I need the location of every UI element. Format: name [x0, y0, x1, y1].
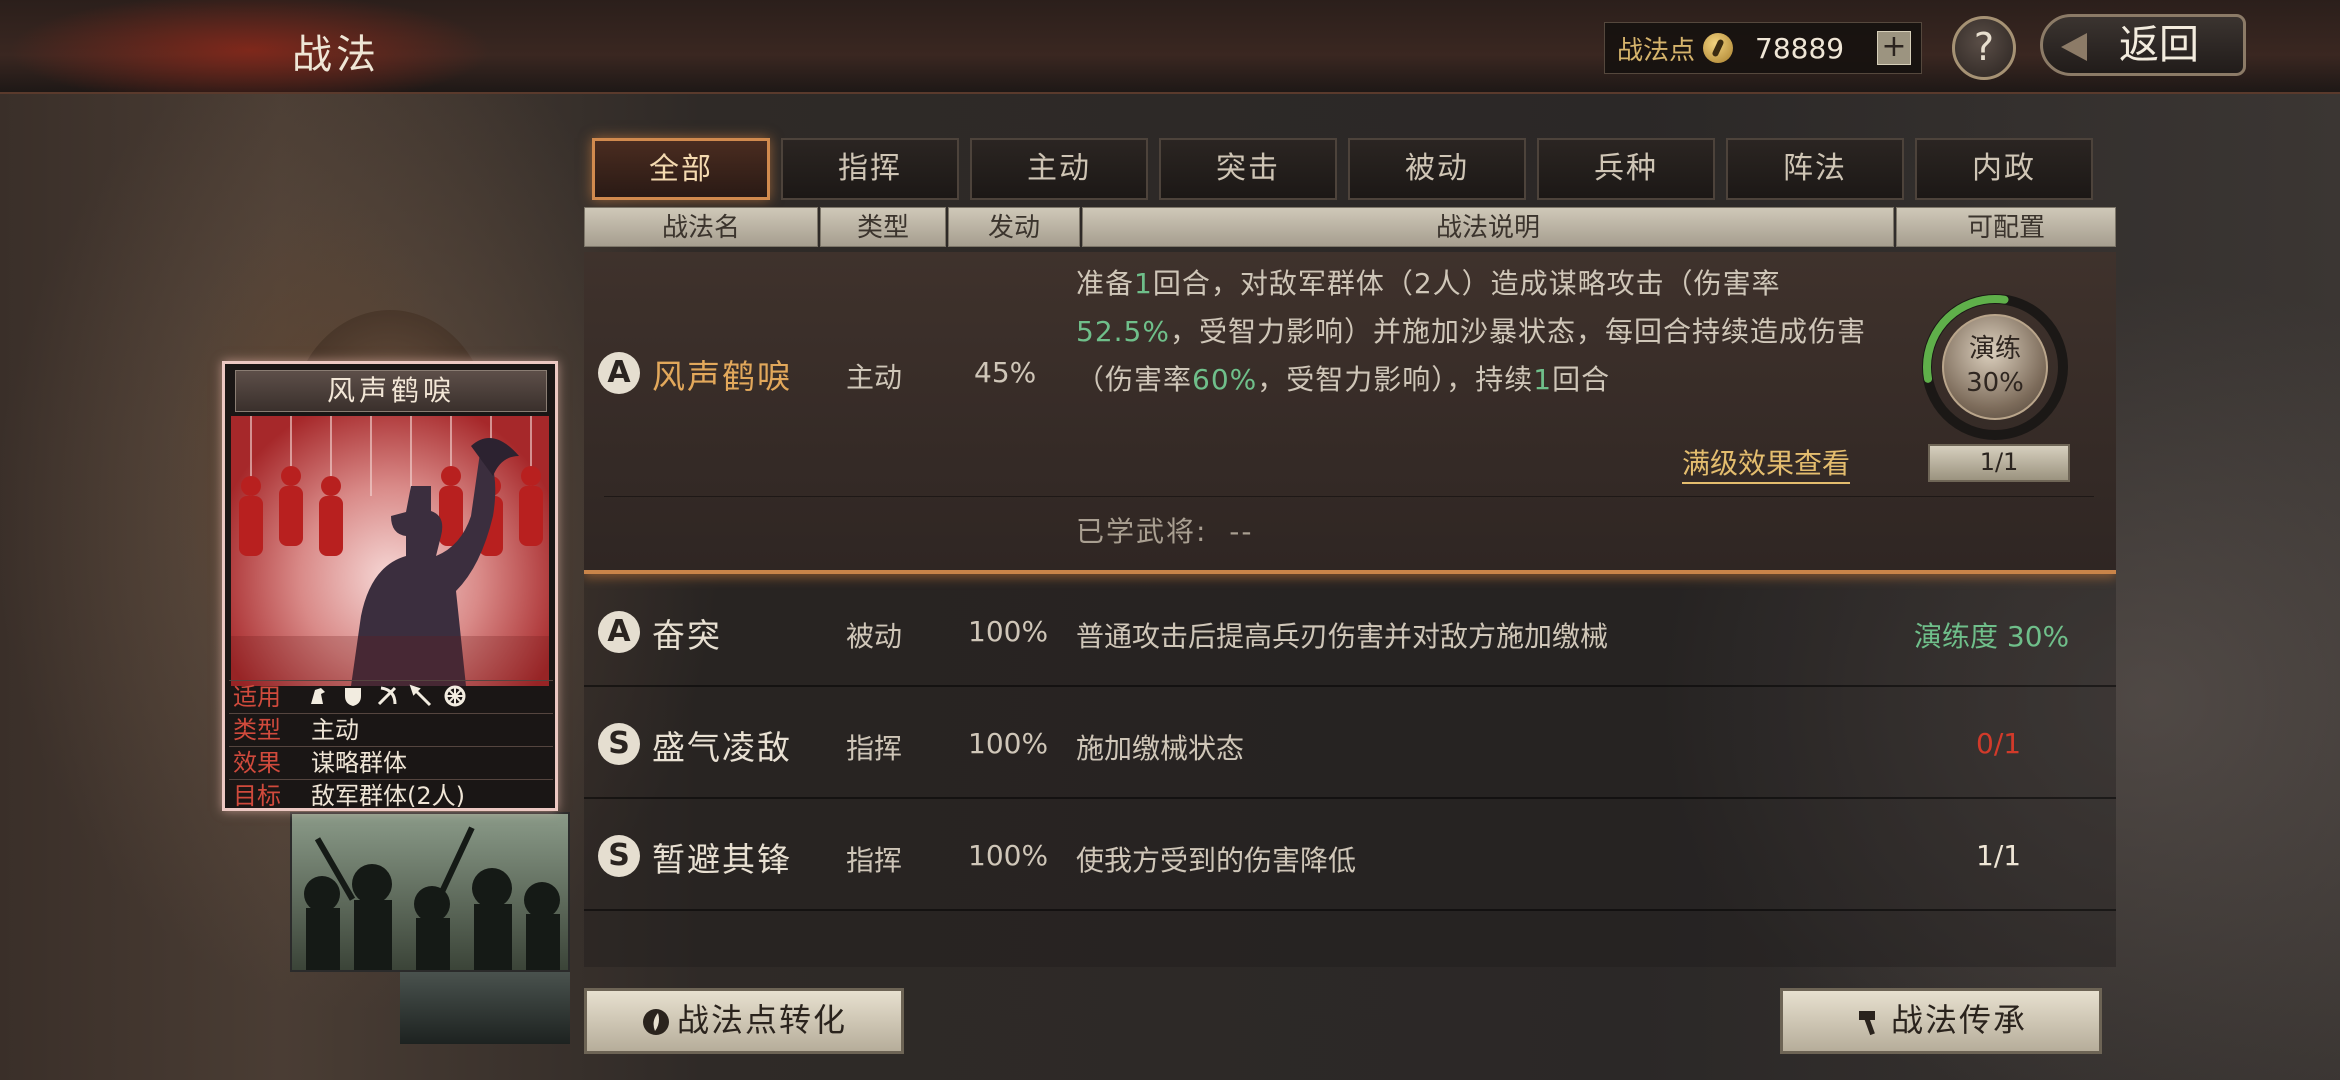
skill-description: 使我方受到的伤害降低	[1076, 844, 1357, 877]
train-status: 演练度 30%	[1914, 620, 2070, 653]
wheel-icon	[444, 685, 466, 707]
category-tabs: 全部 指挥 主动 突击 被动 兵种 阵法 内政	[592, 138, 2093, 202]
type-label: 类型	[233, 716, 281, 744]
skill-row[interactable]: S 盛气凌敌 指挥 100% 施加缴械状态 0/1	[584, 689, 2116, 799]
skill-description: 施加缴械状态	[1076, 732, 1245, 765]
skill-row[interactable]: S 暂避其锋 指挥 100% 使我方受到的伤害降低 1/1	[584, 801, 2116, 911]
train-button[interactable]: 演练 30%	[1942, 314, 2048, 420]
type-value: 主动	[311, 716, 359, 744]
bow-icon	[377, 686, 397, 706]
tab-assault[interactable]: 突击	[1159, 138, 1337, 200]
skill-type: 指挥	[846, 844, 903, 877]
card-art-back	[290, 812, 570, 972]
points-value: 78889	[1755, 31, 1845, 65]
grade-icon: S	[598, 835, 640, 877]
train-widget[interactable]: 演练 30% 1/1	[1920, 292, 2080, 482]
tab-formation[interactable]: 阵法	[1726, 138, 1904, 200]
skill-row[interactable]: A 奋突 被动 100% 普通攻击后提高兵刃伤害并对敌方施加缴械 演练度 30%	[584, 577, 2116, 687]
skill-name: 风声鹤唳	[652, 357, 792, 396]
points-label: 战法点	[1617, 35, 1696, 66]
tab-command[interactable]: 指挥	[781, 138, 959, 200]
skill-type: 被动	[846, 620, 903, 653]
card-title: 风声鹤唳	[235, 370, 547, 412]
col-trigger: 发动	[948, 207, 1080, 247]
effect-label: 效果	[233, 749, 281, 777]
effect-value: 谋略群体	[311, 749, 407, 777]
skill-name: 盛气凌敌	[652, 728, 792, 767]
back-button[interactable]: 返回	[2040, 14, 2246, 76]
full-level-effect-link[interactable]: 满级效果查看	[1682, 446, 1851, 484]
skill-trigger: 45%	[974, 356, 1037, 389]
skill-card: 风声鹤唳 适用 类型 主动 效果 谋略群体 目标 敌军群体(2人)	[222, 361, 558, 811]
suit-label: 适用	[233, 683, 281, 711]
skill-description: 准备1回合，对敌军群体（2人）造成谋略攻击（伤害率52.5%，受智力影响）并施加…	[1076, 267, 1866, 396]
skill-trigger: 100%	[968, 615, 1049, 648]
grade-icon: A	[598, 352, 640, 394]
learned-generals: 已学武将: --	[1076, 515, 1254, 548]
col-config: 可配置	[1896, 207, 2116, 247]
skill-description: 普通攻击后提高兵刃伤害并对敌方施加缴械	[1076, 620, 1609, 653]
top-bar: 战法 战法点 78889 + ? 返回	[0, 0, 2340, 94]
col-desc: 战法说明	[1082, 207, 1894, 247]
skill-name: 暂避其锋	[652, 840, 792, 879]
card-info: 适用 类型 主动 效果 谋略群体 目标 敌军群体(2人)	[229, 680, 553, 812]
coin-icon	[1703, 33, 1734, 63]
grade-icon: S	[598, 723, 640, 765]
shield-icon	[345, 688, 361, 706]
table-header: 战法名 类型 发动 战法说明 可配置	[584, 207, 2116, 247]
cavalry-icon	[311, 688, 325, 704]
target-label: 目标	[233, 782, 281, 810]
hammer-icon	[1858, 1011, 1875, 1036]
skill-type: 主动	[846, 361, 903, 394]
help-button[interactable]: ?	[1952, 16, 2016, 80]
tab-passive[interactable]: 被动	[1348, 138, 1526, 200]
skill-name: 奋突	[652, 616, 722, 655]
col-name: 战法名	[584, 207, 818, 247]
convert-points-button[interactable]: 战法点转化	[584, 988, 904, 1054]
grade-icon: A	[598, 611, 640, 653]
skill-row-selected[interactable]: A 风声鹤唳 主动 45% 准备1回合，对敌军群体（2人）造成谋略攻击（伤害率5…	[584, 252, 2116, 574]
coin-drop-icon	[642, 1009, 669, 1035]
tab-troop[interactable]: 兵种	[1537, 138, 1715, 200]
tab-domestic[interactable]: 内政	[1915, 138, 2093, 200]
train-count: 1/1	[1928, 444, 2070, 482]
col-type: 类型	[820, 207, 946, 247]
skill-trigger: 100%	[968, 839, 1049, 872]
skill-trigger: 100%	[968, 727, 1049, 760]
page-title: 战法	[292, 32, 380, 78]
inherit-skill-button[interactable]: 战法传承	[1780, 988, 2102, 1054]
tab-all[interactable]: 全部	[592, 138, 770, 200]
add-points-button[interactable]: +	[1877, 31, 1911, 65]
spear-icon	[409, 684, 432, 707]
config-count: 1/1	[1976, 839, 2022, 872]
tab-active[interactable]: 主动	[970, 138, 1148, 200]
config-count: 0/1	[1976, 727, 2022, 760]
points-panel: 战法点 78889 +	[1604, 22, 1922, 74]
skill-list[interactable]: A 风声鹤唳 主动 45% 准备1回合，对敌军群体（2人）造成谋略攻击（伤害率5…	[584, 252, 2116, 967]
skill-type: 指挥	[846, 732, 903, 765]
target-value: 敌军群体(2人)	[311, 782, 465, 810]
card-illustration	[231, 416, 549, 686]
